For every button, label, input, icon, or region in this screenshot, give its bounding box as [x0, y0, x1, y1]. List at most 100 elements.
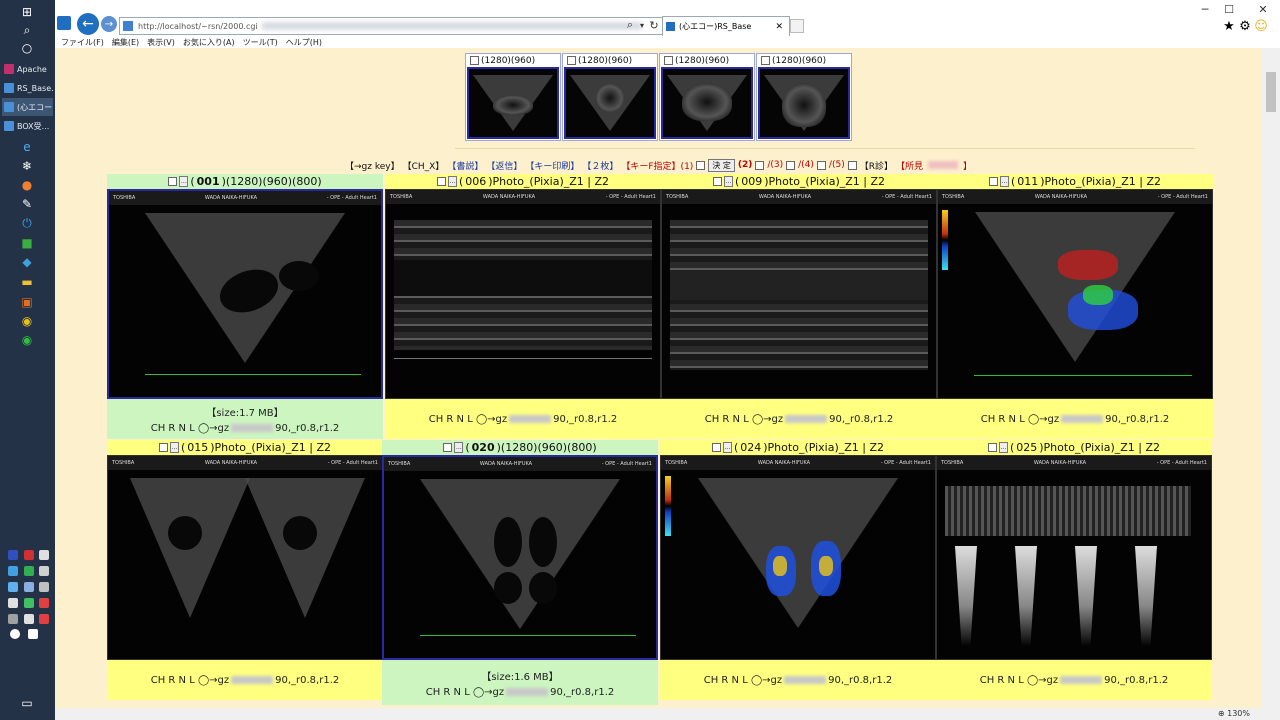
- echo-image[interactable]: TOSHIBA WADA NAIKA-HIFUKA - OPE - Adult He…: [107, 455, 383, 660]
- tray-icon[interactable]: [39, 582, 49, 592]
- cell-mini-button[interactable]: …: [998, 442, 1008, 453]
- menu-help[interactable]: ヘルプ(H): [286, 37, 322, 48]
- thumbnail-checkbox[interactable]: [567, 56, 576, 65]
- echo-image[interactable]: TOSHIBA WADA NAIKA-HIFUKA - OPE - Adult He…: [107, 189, 383, 399]
- shosetsu-link[interactable]: 【書説】: [447, 159, 483, 172]
- folder-icon[interactable]: ▬: [19, 274, 35, 290]
- thumbnail-image[interactable]: [758, 67, 850, 139]
- windows-start-icon[interactable]: ⊞: [19, 4, 35, 20]
- tray-icon[interactable]: [39, 566, 49, 576]
- taskbar-item-echo[interactable]: (心エコー...: [2, 98, 53, 116]
- refresh-icon[interactable]: ↻: [647, 18, 661, 32]
- menu-edit[interactable]: 編集(E): [112, 37, 139, 48]
- thumbnail-4[interactable]: (1280)(960): [756, 53, 852, 141]
- cell-mini-button[interactable]: …: [999, 176, 1009, 187]
- echo-image[interactable]: TOSHIBA WADA NAIKA-HIFUKA - OPE - Adult He…: [382, 455, 658, 660]
- echo-image[interactable]: TOSHIBA WADA NAIKA-HIFUKA - OPE - Adult He…: [385, 189, 661, 399]
- echo-image[interactable]: TOSHIBA WADA NAIKA-HIFUKA - OPE - Adult He…: [660, 455, 936, 660]
- cell-mini-button[interactable]: …: [447, 176, 457, 187]
- search-icon[interactable]: ⌕: [19, 22, 35, 38]
- cell-mini-button[interactable]: …: [454, 442, 464, 453]
- notification-icon[interactable]: ▭: [19, 695, 35, 711]
- tray-icon[interactable]: [8, 614, 18, 624]
- cell-checkbox[interactable]: [443, 443, 453, 452]
- cell-checkbox[interactable]: [436, 177, 446, 186]
- cell-checkbox[interactable]: [158, 443, 168, 452]
- menu-favorites[interactable]: お気に入り(A): [183, 37, 235, 48]
- scrollbar-thumb[interactable]: [1266, 72, 1276, 112]
- tray-icon[interactable]: [8, 582, 18, 592]
- vertical-scrollbar[interactable]: [1262, 48, 1280, 708]
- tray-icon[interactable]: [10, 629, 20, 639]
- green-circle-icon[interactable]: ◉: [19, 332, 35, 348]
- tray-icon[interactable]: [24, 598, 34, 608]
- two-link[interactable]: 【２枚】: [582, 159, 618, 172]
- decide-button[interactable]: 決 定: [708, 158, 735, 172]
- minimize-button[interactable]: ─: [1193, 2, 1217, 16]
- findings-link[interactable]: 【所見: [896, 159, 923, 172]
- settings-gear-icon[interactable]: ⚙: [1238, 19, 1252, 34]
- smiley-feedback-icon[interactable]: ☺: [1254, 19, 1268, 34]
- thumbnail-2[interactable]: (1280)(960): [562, 53, 658, 141]
- echo-image[interactable]: TOSHIBA WADA NAIKA-HIFUKA - OPE - Adult He…: [661, 189, 937, 399]
- tray-icon[interactable]: [24, 550, 34, 560]
- tray-icon[interactable]: [24, 582, 34, 592]
- tray-icon[interactable]: [8, 598, 18, 608]
- tray-icon[interactable]: [8, 566, 18, 576]
- image-app-icon[interactable]: ▣: [19, 294, 35, 310]
- new-tab-button[interactable]: [790, 19, 804, 33]
- menu-view[interactable]: 表示(V): [147, 37, 175, 48]
- cell-checkbox[interactable]: [168, 177, 178, 186]
- menu-file[interactable]: ファイル(F): [61, 37, 104, 48]
- keyprint-link[interactable]: 【キー印刷】: [525, 159, 579, 172]
- cell-mini-button[interactable]: …: [179, 176, 189, 187]
- thumbnail-3[interactable]: (1280)(960): [659, 53, 755, 141]
- back-button[interactable]: ←: [77, 13, 99, 35]
- blue-app-icon[interactable]: ◆: [19, 254, 35, 270]
- forward-button[interactable]: →: [101, 16, 117, 32]
- close-tab-icon[interactable]: ✕: [775, 22, 783, 32]
- thumbnail-image[interactable]: [564, 67, 656, 139]
- tray-icon[interactable]: [8, 550, 18, 560]
- thumbnail-checkbox[interactable]: [664, 56, 673, 65]
- taskbar-item-rsbase[interactable]: RS_Base...: [2, 79, 53, 97]
- maximize-button[interactable]: ☐: [1217, 2, 1241, 16]
- cell-mini-button[interactable]: …: [723, 176, 733, 187]
- thumbnail-image[interactable]: [661, 67, 753, 139]
- echo-image[interactable]: TOSHIBA WADA NAIKA-HIFUKA - OPE - Adult He…: [936, 455, 1212, 660]
- hensin-link[interactable]: 【返信】: [486, 159, 522, 172]
- green-app-icon[interactable]: ■: [19, 235, 35, 251]
- thumbnail-image[interactable]: [467, 67, 559, 139]
- key-checkbox-3[interactable]: [786, 160, 796, 170]
- key-checkbox-2[interactable]: [755, 160, 765, 170]
- echo-image[interactable]: TOSHIBA WADA NAIKA-HIFUKA - OPE - Adult He…: [937, 189, 1213, 399]
- taskbar-item-box[interactable]: BOX受...: [2, 117, 53, 135]
- thumbnail-checkbox[interactable]: [470, 56, 479, 65]
- address-bar[interactable]: http://localhost/~rsn/2000.cgi: [119, 17, 663, 35]
- cell-checkbox[interactable]: [987, 443, 997, 452]
- tray-icon[interactable]: [39, 598, 49, 608]
- close-button[interactable]: ✕: [1251, 2, 1275, 16]
- tool-icon[interactable]: ✎: [19, 196, 35, 212]
- menu-tools[interactable]: ツール(T): [243, 37, 278, 48]
- key-checkbox-1[interactable]: [696, 160, 706, 170]
- tab-active[interactable]: (心エコー)RS_Base ✕: [662, 16, 790, 36]
- cell-mini-button[interactable]: …: [722, 442, 732, 453]
- key-checkbox-5[interactable]: [847, 160, 857, 170]
- tray-icon[interactable]: [24, 614, 34, 624]
- favorites-star-icon[interactable]: ★: [1222, 19, 1236, 34]
- cell-mini-button[interactable]: …: [169, 442, 179, 453]
- tray-icon[interactable]: [28, 629, 38, 639]
- key-checkbox-4[interactable]: [816, 160, 826, 170]
- cell-checkbox[interactable]: [711, 443, 721, 452]
- snowflake-icon[interactable]: ❄: [19, 158, 35, 174]
- power-icon[interactable]: ⏻: [19, 215, 35, 231]
- gz-key-link[interactable]: 【→gz key】: [345, 159, 400, 172]
- thumbnail-checkbox[interactable]: [761, 56, 770, 65]
- taskbar-item-apache[interactable]: Apache: [2, 60, 53, 78]
- tray-icon[interactable]: [24, 566, 34, 576]
- ch-x-link[interactable]: 【CH_X】: [403, 159, 445, 172]
- thumbnail-1[interactable]: (1280)(960): [465, 53, 561, 141]
- firefox-icon[interactable]: ●: [19, 177, 35, 193]
- chrome-icon[interactable]: ◉: [19, 313, 35, 329]
